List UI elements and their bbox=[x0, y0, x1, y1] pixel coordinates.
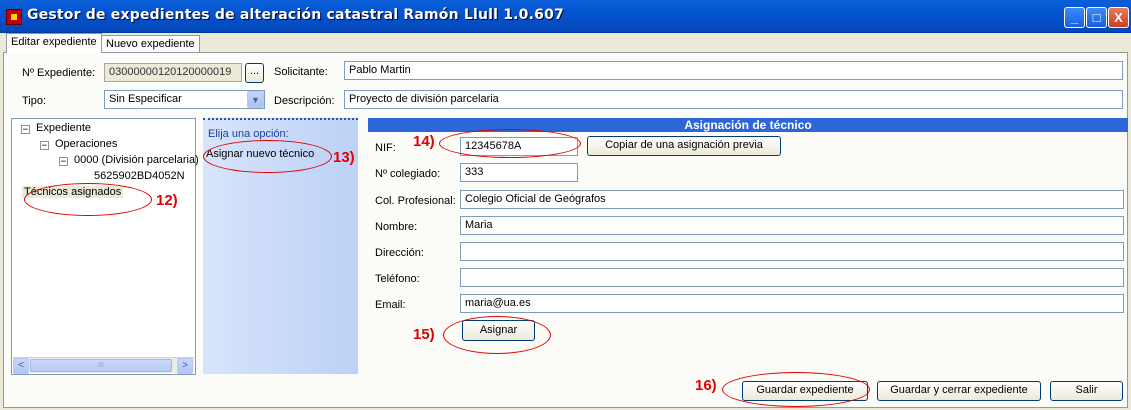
email-label: Email: bbox=[375, 299, 406, 311]
descripcion-field[interactable]: Proyecto de división parcelaria bbox=[344, 90, 1123, 109]
annotation-13: 13) bbox=[333, 149, 355, 166]
descripcion-label: Descripción: bbox=[274, 95, 335, 107]
annotation-ellipse-13 bbox=[203, 140, 332, 173]
annotation-14: 14) bbox=[413, 133, 435, 150]
annotation-ellipse-14 bbox=[439, 129, 581, 158]
annotation-16: 16) bbox=[695, 377, 717, 394]
direccion-field[interactable] bbox=[460, 242, 1124, 261]
tipo-label: Tipo: bbox=[22, 95, 47, 107]
collapse-icon[interactable]: − bbox=[40, 141, 49, 151]
annotation-12: 12) bbox=[156, 192, 178, 209]
nif-label: NIF: bbox=[375, 142, 396, 154]
options-title: Elija una opción: bbox=[208, 128, 289, 140]
scroll-right-button[interactable]: > bbox=[177, 358, 193, 374]
direccion-label: Dirección: bbox=[375, 247, 424, 259]
nombre-label: Nombre: bbox=[375, 221, 418, 233]
colegiado-label: Nº colegiado: bbox=[375, 168, 441, 180]
salir-button[interactable]: Salir bbox=[1050, 381, 1123, 401]
annotation-15: 15) bbox=[413, 326, 435, 343]
guardar-cerrar-button[interactable]: Guardar y cerrar expediente bbox=[877, 381, 1041, 401]
window-title: Gestor de expedientes de alteración cata… bbox=[27, 7, 564, 23]
annotation-ellipse-16 bbox=[722, 372, 870, 407]
annotation-ellipse-12 bbox=[24, 183, 152, 216]
app-icon bbox=[6, 9, 22, 25]
close-button[interactable]: X bbox=[1108, 7, 1129, 28]
telefono-label: Teléfono: bbox=[375, 273, 420, 285]
tipo-select[interactable]: Sin Especificar bbox=[104, 90, 265, 109]
maximize-button[interactable]: □ bbox=[1086, 7, 1107, 28]
tree-item-expediente[interactable]: Expediente bbox=[36, 122, 91, 134]
tree-item-operaciones[interactable]: Operaciones bbox=[55, 138, 117, 150]
minimize-button[interactable]: _ bbox=[1064, 7, 1085, 28]
copy-assignment-button[interactable]: Copiar de una asignación previa bbox=[587, 136, 781, 156]
nombre-field[interactable]: Maria bbox=[460, 216, 1124, 235]
tree-item-operacion[interactable]: 0000 (División parcelaria) bbox=[74, 154, 199, 166]
tab-editar-expediente[interactable]: Editar expediente bbox=[6, 33, 102, 53]
collapse-icon[interactable]: − bbox=[21, 125, 30, 135]
scroll-left-button[interactable]: < bbox=[13, 358, 29, 374]
tab-nuevo-expediente[interactable]: Nuevo expediente bbox=[101, 35, 200, 52]
tree-item-parcela[interactable]: 5625902BD4052N bbox=[94, 170, 185, 182]
solicitante-field[interactable]: Pablo Martin bbox=[344, 61, 1123, 80]
expediente-label: Nº Expediente: bbox=[22, 67, 96, 79]
browse-button[interactable]: ... bbox=[245, 63, 264, 83]
colegiado-field[interactable]: 333 bbox=[460, 163, 578, 182]
scroll-thumb[interactable]: III bbox=[30, 359, 172, 372]
annotation-ellipse-15 bbox=[443, 316, 551, 354]
solicitante-label: Solicitante: bbox=[274, 66, 328, 78]
horizontal-scrollbar[interactable]: < III > bbox=[13, 357, 194, 374]
expediente-tree[interactable]: − Expediente − Operaciones − 0000 (Divis… bbox=[11, 118, 199, 375]
collapse-icon[interactable]: − bbox=[59, 157, 68, 167]
col-profesional-field[interactable]: Colegio Oficial de Geógrafos bbox=[460, 190, 1124, 209]
expediente-field[interactable]: 03000000120120000019 bbox=[104, 63, 242, 82]
col-profesional-label: Col. Profesional: bbox=[375, 195, 456, 207]
chevron-down-icon[interactable]: ▼ bbox=[247, 91, 264, 108]
email-field[interactable]: maria@ua.es bbox=[460, 294, 1124, 313]
telefono-field[interactable] bbox=[460, 268, 1124, 287]
